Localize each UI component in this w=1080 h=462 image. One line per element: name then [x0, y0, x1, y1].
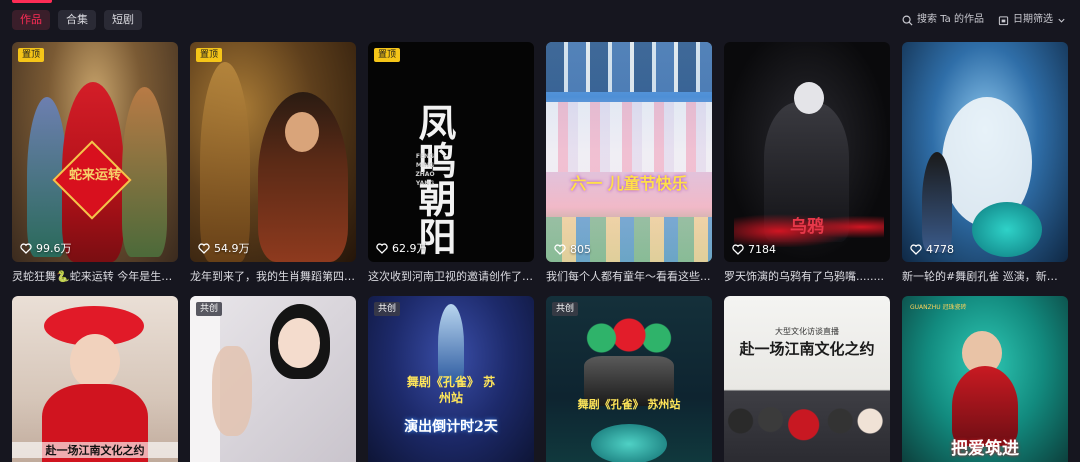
art-text: 蛇来运转	[68, 168, 121, 183]
children-group-photo	[546, 102, 712, 172]
date-filter-button[interactable]: 日期筛选	[998, 12, 1066, 28]
art-text: 乌鸦	[790, 217, 824, 237]
pinned-badge: 置顶	[196, 48, 223, 62]
video-caption[interactable]: 灵蛇狂舞🐍蛇来运转 今年是生肖...	[12, 268, 178, 284]
video-card[interactable]: 蛇来运转 置顶 99.6万 灵蛇狂舞🐍蛇来运转 今年是生肖...	[12, 42, 178, 284]
like-count: 99.6万	[20, 240, 72, 256]
like-count: 4778	[910, 243, 954, 256]
co-create-badge: 共创	[196, 302, 223, 316]
like-count: 62.9万	[376, 240, 428, 256]
video-thumbnail[interactable]: GUANZHU 冠珠瓷砖 把爱筑进	[902, 296, 1068, 462]
video-card[interactable]: 凤鸣朝阳 FENG MING ZHAO YANG 置顶 62.9万 这次收到河南…	[368, 42, 534, 284]
search-works-label: 搜索 Ta 的作品	[917, 14, 984, 25]
heart-icon	[376, 242, 388, 254]
video-caption[interactable]: 龙年到来了，我的生肖舞蹈第四部...	[190, 268, 356, 284]
dancer-face	[285, 112, 319, 152]
calendar-icon	[998, 15, 1009, 25]
top-bar: 作品 合集 短剧 搜索 Ta 的作品 日期筛选	[0, 0, 1080, 40]
like-count-value: 7184	[748, 243, 776, 256]
video-card[interactable]: 大型文化访谈直播 赴一场江南文化之约	[724, 296, 890, 462]
video-thumbnail[interactable]: 凤鸣朝阳 FENG MING ZHAO YANG 置顶 62.9万	[368, 42, 534, 262]
like-count-value: 99.6万	[36, 242, 72, 255]
chevron-down-icon	[1058, 18, 1065, 23]
video-thumbnail[interactable]: 乌鸦 7184	[724, 42, 890, 262]
like-count-value: 805	[570, 243, 591, 256]
heart-icon	[732, 244, 744, 255]
video-card[interactable]: 乌鸦 7184 罗天饰演的乌鸦有了乌鸦嘴........	[724, 42, 890, 284]
like-count-value: 4778	[926, 243, 954, 256]
dancer-face	[278, 318, 320, 368]
pinned-badge: 置顶	[18, 48, 45, 62]
video-card[interactable]: 舞剧《孔雀》 苏州站 共创	[546, 296, 712, 462]
art-subtext: 演出倒计时2天	[404, 419, 498, 435]
art-subtext: FENG MING ZHAO YANG	[415, 153, 435, 187]
video-card[interactable]: 共创	[190, 296, 356, 462]
like-count: 7184	[732, 243, 776, 256]
video-thumbnail[interactable]: 赴一场江南文化之约	[12, 296, 178, 462]
heart-icon	[910, 244, 922, 255]
video-thumbnail[interactable]: 共创	[190, 296, 356, 462]
art-text: 舞剧《孔雀》 苏州站	[577, 398, 681, 411]
video-card[interactable]: GUANZHU 冠珠瓷砖 把爱筑进	[902, 296, 1068, 462]
video-thumbnail[interactable]: 大型文化访谈直播 赴一场江南文化之约	[724, 296, 890, 462]
dancer-face	[794, 82, 824, 114]
guest-panel	[724, 391, 890, 462]
tab-bar: 作品 合集 短剧	[12, 10, 142, 30]
video-caption[interactable]: 罗天饰演的乌鸦有了乌鸦嘴........	[724, 268, 890, 284]
dancer-face	[70, 334, 120, 389]
video-thumbnail[interactable]: 舞剧《孔雀》 苏州站 共创	[546, 296, 712, 462]
photo-collage	[546, 42, 712, 92]
like-count-value: 62.9万	[392, 242, 428, 255]
co-create-badge: 共创	[374, 302, 401, 316]
heart-icon	[554, 244, 566, 255]
heart-icon	[198, 242, 210, 254]
dancer-figure	[922, 152, 952, 252]
art-text: 把爱筑进	[951, 439, 1019, 459]
video-caption[interactable]: 新一轮的#舞剧孔雀 巡演，新的舞...	[902, 268, 1068, 284]
tab-works[interactable]: 作品	[12, 10, 50, 30]
search-icon	[902, 15, 913, 26]
peacock-dancer	[972, 202, 1042, 257]
like-count: 805	[554, 243, 591, 256]
date-filter-label: 日期筛选	[1013, 14, 1053, 25]
brand-logo: GUANZHU 冠珠瓷砖	[910, 304, 967, 311]
art-text: 六一 儿童节快乐	[570, 174, 688, 193]
art-text: 舞剧《孔雀》 苏州站	[406, 375, 496, 405]
co-create-badge: 共创	[552, 302, 579, 316]
like-count: 54.9万	[198, 240, 250, 256]
video-thumbnail[interactable]: 4778	[902, 42, 1068, 262]
video-thumbnail[interactable]: 六一 儿童节快乐 805	[546, 42, 712, 262]
tab-collections[interactable]: 合集	[58, 10, 96, 30]
video-caption[interactable]: 我们每个人都有童年～看看这些...	[546, 268, 712, 284]
toolbar: 搜索 Ta 的作品 日期筛选	[902, 12, 1066, 28]
video-thumbnail[interactable]: 舞剧《孔雀》 苏州站 演出倒计时2天 共创	[368, 296, 534, 462]
tab-short-dramas[interactable]: 短剧	[104, 10, 142, 30]
dragon-figure	[200, 62, 250, 262]
search-works-button[interactable]: 搜索 Ta 的作品	[902, 12, 984, 28]
peacock-dancer	[438, 304, 464, 384]
like-count-value: 54.9万	[214, 242, 250, 255]
heart-icon	[20, 242, 32, 254]
art-subtext: 大型文化访谈直播	[775, 327, 839, 336]
pinned-badge: 置顶	[374, 48, 401, 62]
video-card[interactable]: 置顶 54.9万 龙年到来了，我的生肖舞蹈第四部...	[190, 42, 356, 284]
video-card[interactable]: 4778 新一轮的#舞剧孔雀 巡演，新的舞...	[902, 42, 1068, 284]
video-caption[interactable]: 这次收到河南卫视的邀请创作了这...	[368, 268, 534, 284]
peacock-feathers	[591, 424, 667, 462]
video-card[interactable]: 舞剧《孔雀》 苏州站 演出倒计时2天 共创	[368, 296, 534, 462]
video-thumbnail[interactable]: 蛇来运转 置顶 99.6万	[12, 42, 178, 262]
video-card[interactable]: 六一 儿童节快乐 805 我们每个人都有童年～看看这些...	[546, 42, 712, 284]
hand-gesture	[212, 346, 252, 436]
video-thumbnail[interactable]: 置顶 54.9万	[190, 42, 356, 262]
video-card[interactable]: 赴一场江南文化之约	[12, 296, 178, 462]
art-text: 赴一场江南文化之约	[12, 442, 178, 458]
art-text: 赴一场江南文化之约	[739, 340, 875, 358]
active-tab-indicator	[12, 0, 52, 3]
